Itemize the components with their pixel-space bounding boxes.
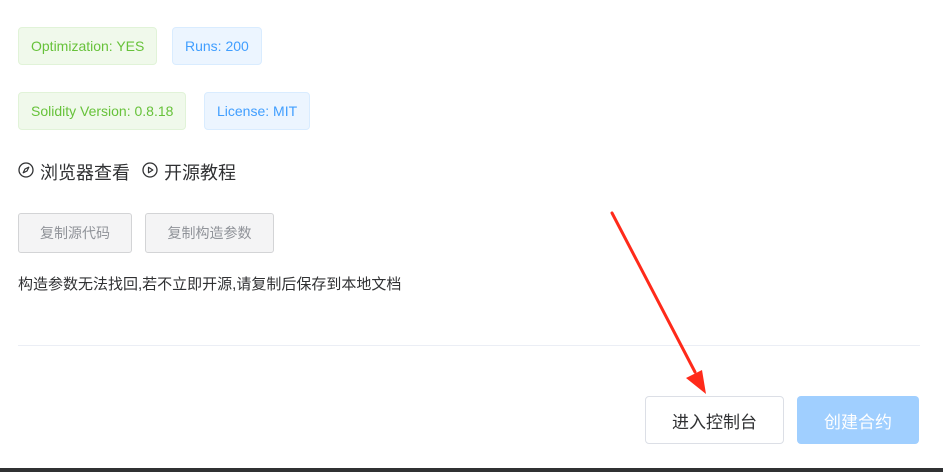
divider (18, 345, 920, 346)
constructor-args-warning: 构造参数无法找回,若不立即开源,请复制后保存到本地文档 (18, 276, 402, 293)
enter-console-label: 进入控制台 (672, 412, 757, 432)
enter-console-button[interactable]: 进入控制台 (645, 396, 784, 444)
create-contract-button[interactable]: 创建合约 (797, 396, 919, 444)
copy-source-label: 复制源代码 (40, 225, 110, 241)
runs-tag: Runs: 200 (172, 27, 262, 65)
play-circle-icon (142, 161, 164, 183)
open-source-tutorial-link[interactable]: 开源教程 (142, 160, 236, 184)
solidity-version-tag: Solidity Version: 0.8.18 (18, 92, 187, 130)
license-tag-label: License: MIT (217, 103, 298, 119)
open-source-tutorial-label: 开源教程 (164, 163, 236, 183)
create-contract-label: 创建合约 (824, 412, 892, 432)
optimization-tag-label: Optimization: YES (31, 38, 145, 54)
copy-source-button[interactable]: 复制源代码 (18, 213, 132, 253)
license-tag: License: MIT (204, 92, 311, 130)
copy-constructor-args-label: 复制构造参数 (167, 225, 252, 241)
browser-view-link[interactable]: 浏览器查看 (18, 160, 130, 184)
optimization-tag: Optimization: YES (18, 27, 158, 65)
browser-view-label: 浏览器查看 (40, 163, 130, 183)
compass-icon (18, 161, 40, 183)
runs-tag-label: Runs: 200 (185, 38, 249, 54)
copy-constructor-args-button[interactable]: 复制构造参数 (145, 213, 274, 253)
solidity-version-tag-label: Solidity Version: 0.8.18 (31, 103, 174, 119)
bottom-edge (0, 468, 943, 472)
